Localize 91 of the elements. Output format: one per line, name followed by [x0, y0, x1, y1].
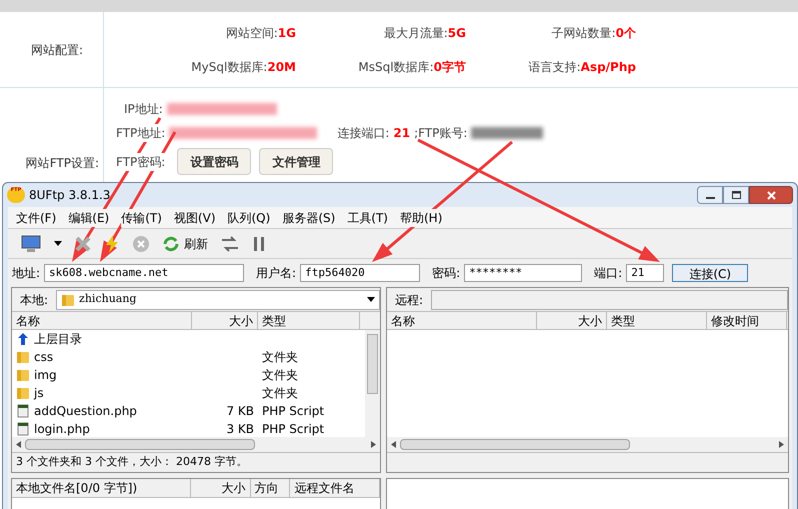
action-button[interactable]: 设置密码 [177, 148, 252, 175]
field-label: 地址: [12, 265, 40, 282]
vertical-scrollbar[interactable] [365, 330, 380, 437]
ip-label: IP地址: [123, 101, 163, 118]
file-size: 3 KB [226, 422, 254, 436]
folder-icon [16, 368, 30, 382]
cross-icon[interactable] [74, 234, 92, 252]
file-name[interactable]: img [34, 366, 57, 384]
maximize-button[interactable] [723, 186, 749, 204]
minimize-button[interactable] [697, 186, 723, 204]
field-label: 密码: [432, 265, 460, 282]
window-title: 8UFtp 3.8.1.3 [29, 187, 110, 204]
file-name[interactable]: js [34, 384, 44, 402]
file-name[interactable]: login.php [34, 420, 90, 437]
scroll-right-icon[interactable] [371, 441, 376, 448]
column-header[interactable]: 修改时间 [707, 312, 787, 329]
refresh-button[interactable]: 刷新 [162, 234, 208, 252]
transfer-icon[interactable] [220, 234, 240, 252]
menu-item[interactable]: 传输(T) [121, 208, 162, 226]
field-label: 端口: [594, 265, 622, 282]
account-label: ;FTP账号: [414, 125, 468, 142]
port-label: 连接端口: [337, 125, 390, 142]
scroll-left-icon[interactable] [16, 441, 21, 448]
folder-icon [61, 292, 76, 306]
input-field[interactable]: ftp564020 [300, 264, 420, 282]
column-header[interactable]: 名称 [12, 312, 192, 329]
config-value: 5G [448, 25, 466, 42]
column-header[interactable]: 大小 [537, 312, 607, 329]
file-size: 7 KB [226, 404, 254, 418]
file-type: PHP Script [262, 404, 324, 418]
horizontal-scrollbar[interactable] [387, 437, 788, 452]
menu-item[interactable]: 编辑(E) [68, 208, 110, 226]
panel-label: 本地: [19, 292, 50, 308]
port-value: 21 [393, 125, 410, 142]
section-label: 网站配置: [30, 42, 83, 58]
lightning-icon[interactable] [104, 234, 120, 252]
file-name[interactable]: addQuestion.php [34, 402, 137, 420]
menu-item[interactable]: 帮助(H) [400, 208, 442, 226]
maximize-icon [732, 191, 740, 199]
caret-icon[interactable] [367, 297, 375, 302]
file-type: 文件夹 [262, 368, 298, 382]
config-value: 0个 [616, 25, 636, 42]
section-label: 网站FTP设置: [26, 155, 99, 172]
path-dropdown[interactable]: zhichuang [56, 290, 380, 310]
config-value: 0字节 [434, 58, 466, 76]
file-icon [16, 422, 30, 436]
field-label: 用户名: [256, 265, 296, 282]
horizontal-scrollbar[interactable] [12, 437, 380, 452]
refresh-icon [162, 236, 180, 252]
column-header[interactable]: 类型 [258, 312, 360, 329]
column-header[interactable]: 大小 [190, 479, 251, 497]
column-header[interactable]: 方向 [250, 479, 290, 497]
column-header[interactable]: 名称 [387, 312, 537, 329]
close-icon [766, 190, 776, 200]
column-header[interactable]: 远程文件名 [290, 479, 380, 497]
up-arrow-icon [16, 332, 30, 346]
monitor-icon[interactable] [20, 234, 42, 254]
file-icon [16, 404, 30, 418]
input-field[interactable]: 21 [626, 264, 664, 282]
caret-icon[interactable] [54, 241, 62, 246]
scroll-left-icon[interactable] [391, 441, 396, 448]
config-label: 网站空间: [226, 25, 278, 42]
config-label: 最大月流量: [384, 25, 448, 42]
folder-icon [16, 350, 30, 364]
column-header[interactable]: 本地文件名[0/0 字节]) [12, 479, 191, 497]
file-name[interactable]: 上层目录 [34, 330, 82, 348]
config-value: 20M [267, 58, 296, 76]
input-field[interactable]: sk608.webcname.net [44, 264, 244, 282]
pause-icon[interactable] [252, 234, 266, 252]
config-label: 语言支持: [528, 58, 581, 76]
close-button[interactable] [749, 186, 793, 204]
column-header[interactable]: 大小 [192, 312, 258, 329]
file-type: PHP Script [262, 422, 324, 436]
folder-icon [16, 386, 30, 400]
config-label: MySql数据库: [191, 58, 268, 76]
config-value: 1G [278, 25, 296, 42]
minimize-icon [706, 197, 714, 199]
config-label: 子网站数量: [552, 25, 616, 42]
column-header[interactable]: 类型 [607, 312, 707, 329]
panel-label: 远程: [394, 292, 424, 308]
config-label: MsSql数据库: [358, 58, 434, 76]
file-type: 文件夹 [262, 386, 298, 400]
config-value: Asp/Php [580, 58, 636, 76]
status-text: 3 个文件夹和 3 个文件，大小： 20478 字节。 [16, 454, 248, 470]
scroll-right-icon[interactable] [779, 441, 784, 448]
ftp-address-label: FTP地址: [116, 124, 166, 142]
input-field[interactable]: ******** [464, 264, 582, 282]
file-type: 文件夹 [262, 350, 298, 364]
file-name[interactable]: css [34, 348, 54, 366]
action-button[interactable]: 文件管理 [259, 148, 334, 175]
connect-button[interactable]: 连接(C) [672, 264, 748, 282]
